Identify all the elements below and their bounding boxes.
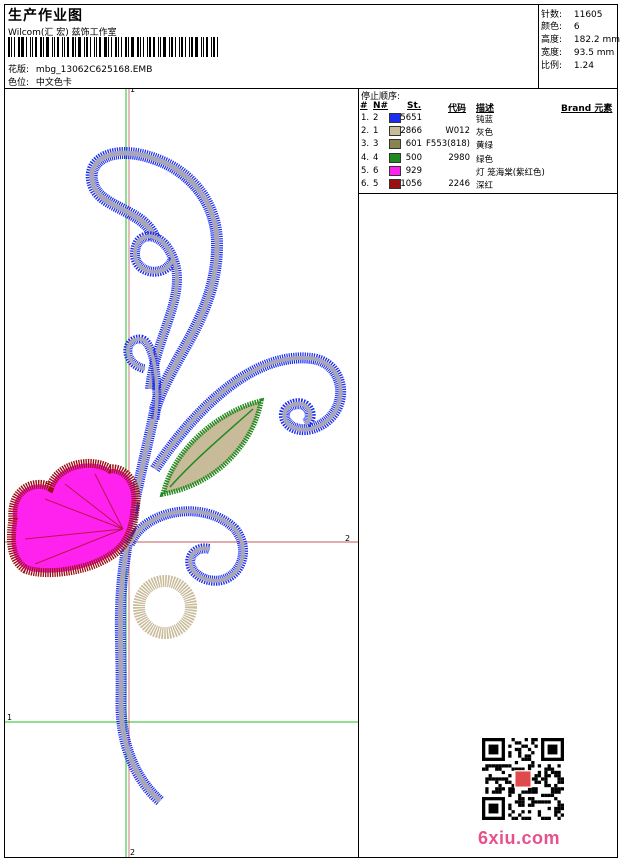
table-row: 1. 2 5651 钝蓝	[360, 113, 618, 126]
stat-colors: 颜色: 6	[541, 22, 580, 32]
row-needle: 5	[373, 179, 379, 189]
watermark: 6xiu.com	[478, 828, 561, 848]
axis-label-left: 1	[7, 713, 12, 722]
row-stitches: 601	[405, 139, 422, 150]
row-desc: 绿色	[476, 154, 494, 165]
row-desc: 钝蓝	[476, 115, 494, 125]
row-desc: 灯 笼海棠(紫红色)	[476, 167, 545, 178]
row-num: 6.	[361, 179, 370, 189]
design-label: 花版:	[8, 65, 30, 75]
barcode	[8, 37, 240, 57]
colorway-line: 色位: 中文色卡	[8, 75, 72, 88]
row-code: W012	[445, 126, 470, 137]
row-needle: 6	[373, 165, 379, 176]
color-swatch	[389, 165, 401, 176]
stats-divider	[538, 4, 539, 88]
col-num: #	[360, 101, 368, 111]
qr-code	[482, 738, 564, 820]
table-bottom-line	[358, 193, 618, 194]
stat-width: 宽度: 93.5 mm	[541, 48, 615, 58]
row-needle: 2	[373, 113, 379, 123]
col-n: N#	[373, 101, 389, 111]
axis-label-bottom: 2	[130, 848, 135, 857]
row-num: 5.	[361, 165, 370, 176]
row-needle: 3	[373, 139, 379, 150]
row-code: F553(818)	[426, 139, 470, 150]
panel-divider	[358, 88, 359, 858]
col-st: St.	[407, 101, 422, 111]
table-row: 3. 3 601 F553(818) 黄绿	[360, 139, 618, 152]
lower-scroll-gray	[128, 509, 246, 583]
axis-label-top: 1	[130, 89, 135, 94]
row-stitches: 2866	[400, 126, 422, 137]
table-row: 6. 5 1056 2246 深红	[360, 179, 618, 192]
row-needle: 4	[373, 152, 379, 163]
table-row: 2. 1 2866 W012 灰色	[360, 126, 618, 139]
color-swatch	[389, 152, 401, 163]
color-swatch	[389, 179, 401, 189]
row-desc: 灰色	[476, 128, 494, 139]
row-stitches: 929	[405, 165, 422, 176]
color-swatch	[389, 139, 401, 150]
page-title: 生产作业图	[8, 8, 83, 24]
row-desc: 深红	[476, 181, 494, 191]
row-code: 2980	[448, 152, 470, 163]
row-desc: 黄绿	[476, 141, 494, 152]
table-row: 4. 4 500 2980 绿色	[360, 152, 618, 166]
row-stitches: 5651	[400, 113, 422, 123]
row-stitches: 1056	[400, 179, 422, 189]
color-swatch	[389, 113, 401, 123]
embroidery-preview: 1 2 2 1	[5, 89, 358, 857]
ring-khaki	[133, 575, 197, 639]
stat-scale: 比例: 1.24	[541, 61, 594, 71]
table-row: 5. 6 929 灯 笼海棠(紫红色)	[360, 165, 618, 179]
design-line: 花版: mbg_13062C625168.EMB	[8, 62, 152, 75]
row-code: 2246	[448, 179, 470, 189]
row-stitches: 500	[405, 152, 422, 163]
axis-label-right: 2	[345, 534, 350, 543]
row-num: 2.	[361, 126, 370, 137]
stat-height: 高度: 182.2 mm	[541, 35, 620, 45]
row-num: 4.	[361, 152, 370, 163]
design-filename: mbg_13062C625168.EMB	[35, 65, 153, 75]
row-num: 1.	[361, 113, 370, 123]
row-num: 3.	[361, 139, 370, 150]
row-needle: 1	[373, 126, 379, 137]
colorway-value: 中文色卡	[35, 78, 72, 88]
color-swatch	[389, 126, 401, 137]
colorway-label: 色位:	[8, 78, 30, 88]
